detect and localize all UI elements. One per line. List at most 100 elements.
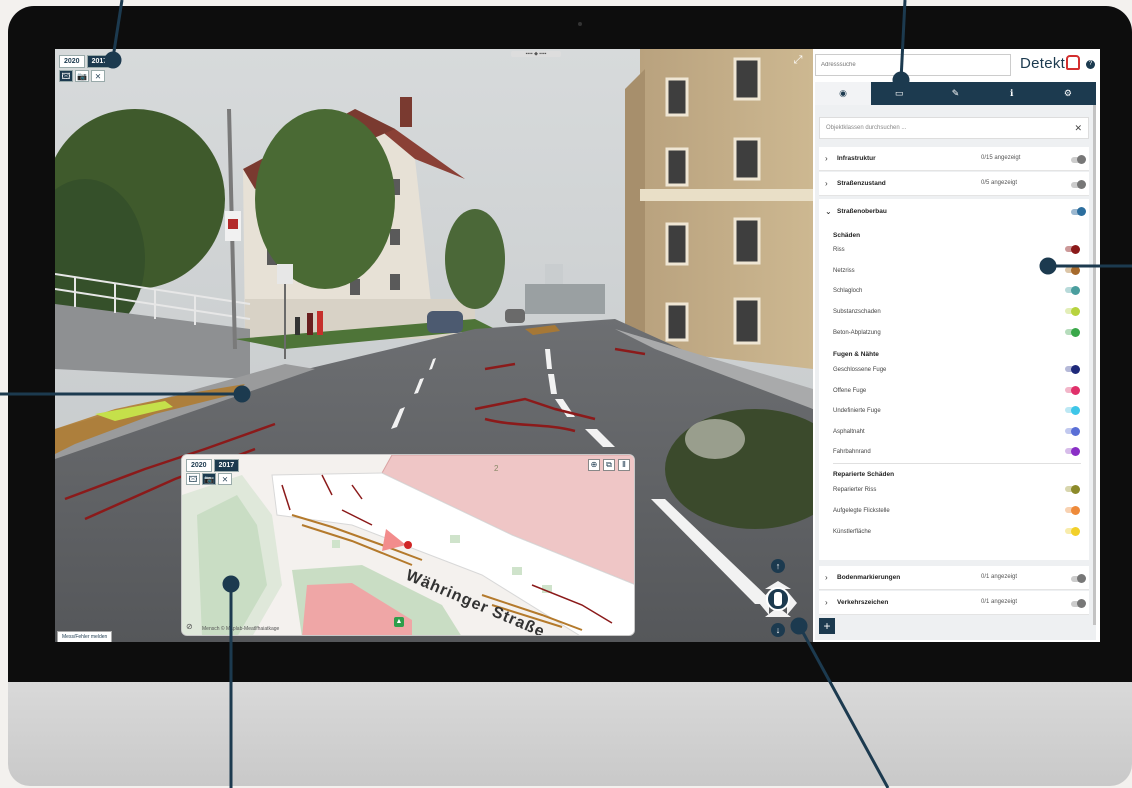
camera-icon[interactable]: 📷	[75, 70, 89, 82]
class-color-toggle[interactable]	[1065, 505, 1080, 515]
camera-dot	[578, 22, 582, 26]
pegman-icon[interactable]	[753, 577, 803, 621]
eye-off-icon[interactable]: ⊘	[186, 622, 193, 631]
minimap-tools: 🖾 📷 ⨯	[186, 473, 232, 485]
panel-resize-handle[interactable]: ▪▪▪▪ ◆ ▪▪▪▪	[511, 51, 561, 57]
minimap[interactable]: 2 2020 2017 🖾 📷 ⨯ ⊕ ⧉ Ⅱ Währinger Straße	[181, 454, 635, 636]
class-color-toggle[interactable]	[1065, 426, 1080, 436]
layer-toggle[interactable]	[1071, 155, 1086, 164]
layer-group-label: Straßenzustand	[837, 180, 886, 187]
class-label: Beton-Abplatzung	[833, 330, 881, 336]
class-label: Asphaltnaht	[833, 429, 865, 435]
street-view-photo[interactable]: 2020 2017 🖾 📷 ⨯ ▪▪▪▪ ◆ ▪▪▪▪ ⤢ Mess/Fehle…	[55, 49, 813, 642]
class-item-undefinierte-fuge[interactable]: Undefinierte Fuge	[833, 405, 1083, 415]
tab-info[interactable]: ℹ	[984, 82, 1040, 105]
hide-icon[interactable]: ⨯	[91, 70, 105, 82]
class-search-input[interactable]: Objektklassen durchsuchen ... ✕	[819, 117, 1089, 139]
clear-icon[interactable]: ✕	[1074, 123, 1082, 134]
minimap-hide-icon[interactable]: ⨯	[218, 473, 232, 485]
monitor-chin	[8, 682, 1132, 786]
poi-marker-icon[interactable]: ▲	[394, 617, 404, 627]
map-attribution: Mensch © Maplab-Meatlfhaiatkage	[202, 626, 280, 632]
tab-measure[interactable]: ▭	[871, 82, 927, 105]
layer-group-strassenoberbau: ⌄ Straßenoberbau Schäden Riss Netzriss S…	[819, 199, 1089, 560]
class-color-toggle[interactable]	[1065, 405, 1080, 415]
minimap-canvas: 2	[182, 455, 634, 635]
class-color-toggle[interactable]	[1065, 364, 1080, 374]
layer-group-count: 0/1 angezeigt	[981, 574, 1018, 580]
layer-toggle[interactable]	[1071, 207, 1086, 216]
class-item-beton-abplatzung[interactable]: Beton-Abplatzung	[833, 327, 1083, 337]
arrow-up-icon[interactable]: ↑	[771, 559, 785, 573]
pause-icon[interactable]: Ⅱ	[618, 459, 630, 471]
layers-icon[interactable]: ⧉	[603, 459, 615, 471]
address-search-input[interactable]	[815, 54, 1011, 76]
report-error-button[interactable]: Mess/Fehler melden	[57, 631, 113, 642]
layer-group-label: Straßenoberbau	[837, 208, 887, 215]
chevron-down-icon[interactable]: ⌄	[825, 207, 832, 216]
class-color-toggle[interactable]	[1065, 385, 1080, 395]
class-label: Riss	[833, 247, 845, 253]
tab-edit[interactable]: ✎	[927, 82, 983, 105]
layer-group-infrastruktur[interactable]: › Infrastruktur 0/15 angezeigt	[819, 147, 1089, 171]
class-item-netzriss[interactable]: Netzriss	[833, 265, 1083, 275]
expand-icon[interactable]: ⤢	[791, 53, 805, 67]
class-color-toggle[interactable]	[1065, 484, 1080, 494]
layer-group-verkehrszeichen[interactable]: › Verkehrszeichen 0/1 angezeigt	[819, 591, 1089, 615]
section-title-repariert: Reparierte Schäden	[833, 471, 895, 478]
arrow-down-icon[interactable]: ↓	[771, 623, 785, 637]
minimap-year-2020[interactable]: 2020	[186, 459, 212, 472]
minimap-camera-icon[interactable]: 📷	[202, 473, 216, 485]
layer-group-strassenzustand[interactable]: › Straßenzustand 0/5 angezeigt	[819, 172, 1089, 196]
navigation-control: ↑ ↓	[753, 559, 803, 639]
minimap-image-icon[interactable]: 🖾	[186, 473, 200, 485]
layer-group-count: 0/1 angezeigt	[981, 599, 1018, 605]
stage: 2020 2017 🖾 📷 ⨯ ▪▪▪▪ ◆ ▪▪▪▪ ⤢ Mess/Fehle…	[0, 0, 1132, 788]
section-title-schaeden: Schäden	[833, 232, 861, 239]
locate-icon[interactable]: ⊕	[588, 459, 600, 471]
class-item-riss[interactable]: Riss	[833, 244, 1083, 254]
class-color-toggle[interactable]	[1065, 446, 1080, 456]
class-label: Netzriss	[833, 268, 855, 274]
layer-group-bodenmarkierungen[interactable]: › Bodenmarkierungen 0/1 angezeigt	[819, 566, 1089, 590]
class-item-offene-fuge[interactable]: Offene Fuge	[833, 385, 1083, 395]
class-color-toggle[interactable]	[1065, 327, 1080, 337]
help-icon[interactable]: ?	[1086, 60, 1095, 69]
minimap-year-2017[interactable]: 2017	[213, 459, 240, 472]
class-item-reparierter-riss[interactable]: Reparierter Riss	[833, 484, 1083, 494]
layer-toggle[interactable]	[1071, 599, 1086, 608]
layer-panel: Objektklassen durchsuchen ... ✕ › Infras…	[815, 105, 1096, 640]
layer-toggle[interactable]	[1071, 574, 1086, 583]
class-item-asphaltnaht[interactable]: Asphaltnaht	[833, 426, 1083, 436]
minimap-controls: ⊕ ⧉ Ⅱ	[588, 459, 630, 471]
tab-settings[interactable]: ⚙	[1040, 82, 1096, 105]
class-label: Künstlerfläche	[833, 529, 872, 535]
sidebar-tabs: ◉ ▭ ✎ ℹ ⚙	[815, 82, 1096, 105]
class-color-toggle[interactable]	[1065, 306, 1080, 316]
class-label: Aufgelegte Flickstelle	[833, 508, 890, 514]
layer-group-count: 0/5 angezeigt	[981, 180, 1018, 186]
scrollbar[interactable]	[1093, 105, 1096, 625]
add-layer-button[interactable]: +	[819, 618, 835, 634]
year-tab-2017[interactable]: 2017	[86, 55, 113, 68]
class-item-flickstelle[interactable]: Aufgelegte Flickstelle	[833, 505, 1083, 515]
layer-toggle[interactable]	[1071, 180, 1086, 189]
class-color-toggle[interactable]	[1065, 526, 1080, 536]
year-tab-2020[interactable]: 2020	[59, 55, 85, 68]
class-item-fahrbahnrand[interactable]: Fahrbahnrand	[833, 446, 1083, 456]
class-color-toggle[interactable]	[1065, 244, 1080, 254]
layer-group-count: 0/15 angezeigt	[981, 155, 1021, 161]
image-icon[interactable]: 🖾	[59, 70, 73, 82]
class-item-schlagloch[interactable]: Schlagloch	[833, 285, 1083, 295]
class-color-toggle[interactable]	[1065, 265, 1080, 275]
logo-text: Detekt	[1020, 55, 1066, 72]
tab-view[interactable]: ◉	[815, 82, 872, 105]
class-item-geschlossene-fuge[interactable]: Geschlossene Fuge	[833, 364, 1083, 374]
class-label: Reparierter Riss	[833, 487, 877, 493]
layer-group-label: Infrastruktur	[837, 155, 876, 162]
class-item-kuenstlerflaeche[interactable]: Künstlerfläche	[833, 526, 1083, 536]
class-label: Substanzschaden	[833, 309, 881, 315]
class-label: Offene Fuge	[833, 388, 867, 394]
class-color-toggle[interactable]	[1065, 285, 1080, 295]
class-item-substanzschaden[interactable]: Substanzschaden	[833, 306, 1083, 316]
